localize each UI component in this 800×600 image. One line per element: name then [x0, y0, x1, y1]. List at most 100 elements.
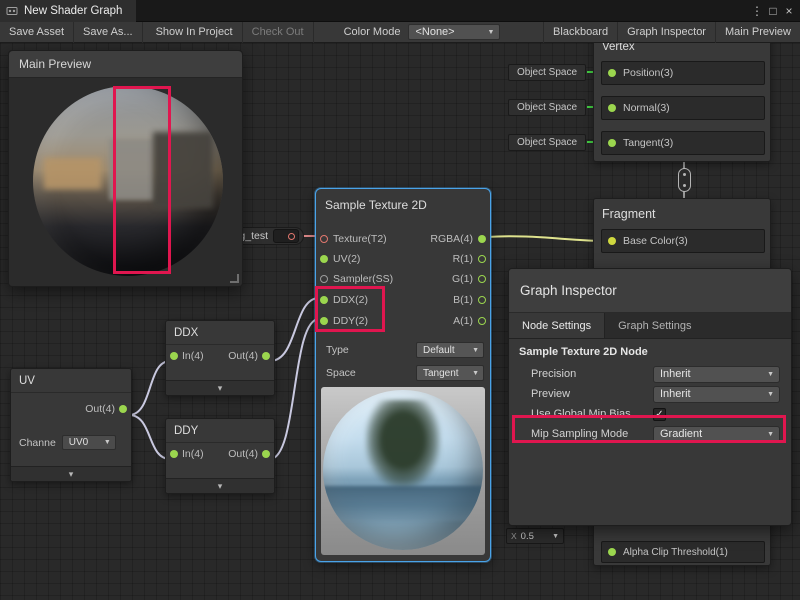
setting-value: Inherit: [660, 368, 691, 380]
collapse-button[interactable]: ▾: [11, 466, 131, 481]
space-label: Space: [326, 367, 356, 379]
port-label: R(1): [453, 253, 473, 265]
graph-inspector-header[interactable]: Graph Inspector: [509, 269, 791, 313]
blackboard-toggle-button[interactable]: Blackboard: [543, 22, 617, 43]
port-label: Base Color(3): [623, 235, 688, 247]
mip-sampling-mode-dropdown[interactable]: Gradient ▼: [653, 426, 780, 443]
output-port-b: B(1): [453, 292, 486, 308]
kebab-menu-icon[interactable]: ⋮: [749, 0, 765, 22]
texture-port-dot[interactable]: [288, 233, 295, 240]
ddx-node[interactable]: DDX In(4) Out(4) ▾: [165, 320, 275, 396]
button-label: Save Asset: [9, 26, 64, 38]
graph-inspector-toggle-button[interactable]: Graph Inspector: [617, 22, 715, 43]
color-mode-value: <None>: [415, 26, 454, 38]
port-dot[interactable]: [262, 450, 270, 458]
global-mip-bias-checkbox[interactable]: ✓: [653, 408, 666, 421]
block-connector-pill: [678, 168, 691, 192]
port-dot[interactable]: [608, 548, 616, 556]
uv-node[interactable]: UV Out(4) Channe UV0 ▼ ▾: [10, 368, 132, 482]
resize-grip[interactable]: [230, 274, 239, 283]
vertex-node[interactable]: Vertex Position(3) Normal(3) Tangent(3): [593, 28, 771, 162]
port-dot[interactable]: [320, 275, 328, 283]
check-out-button: Check Out: [243, 22, 314, 43]
port-dot[interactable]: [262, 352, 270, 360]
ddy-node[interactable]: DDY In(4) Out(4) ▾: [165, 418, 275, 494]
toolbar-right-group: Blackboard Graph Inspector Main Preview: [543, 22, 800, 43]
window-controls: ⋮ □ ×: [749, 0, 797, 22]
maximize-icon[interactable]: □: [765, 0, 781, 22]
port-dot[interactable]: [119, 405, 127, 413]
main-preview-toggle-button[interactable]: Main Preview: [715, 22, 800, 43]
type-dropdown[interactable]: Default ▼: [416, 342, 484, 358]
port-label: Sampler(SS): [333, 273, 393, 285]
collapse-button[interactable]: ▾: [166, 380, 274, 395]
tab-node-settings[interactable]: Node Settings: [509, 313, 605, 338]
uv-node-title[interactable]: UV: [11, 369, 131, 393]
close-icon[interactable]: ×: [781, 0, 797, 22]
document-tab[interactable]: New Shader Graph: [0, 0, 136, 22]
tab-label: Graph Settings: [618, 320, 691, 332]
port-dot[interactable]: [320, 296, 328, 304]
env-building-center: [109, 139, 155, 200]
object-space-dropdown[interactable]: Object Space: [508, 64, 586, 81]
checkmark-icon: ✓: [655, 409, 663, 420]
input-port-uv: UV(2): [320, 251, 360, 267]
port-dot[interactable]: [170, 450, 178, 458]
setting-label: Preview: [531, 388, 653, 400]
ddx-node-title[interactable]: DDX: [166, 321, 274, 345]
axis-label: X: [511, 531, 517, 541]
preview-dropdown[interactable]: Inherit ▼: [653, 386, 780, 403]
port-dot[interactable]: [170, 352, 178, 360]
setting-label: Precision: [531, 368, 653, 380]
save-asset-button[interactable]: Save Asset: [0, 22, 74, 43]
main-preview-sphere: [33, 86, 223, 276]
inspector-body: Sample Texture 2D Node Precision Inherit…: [509, 339, 791, 451]
port-label: G(1): [452, 273, 473, 285]
save-as-button[interactable]: Save As...: [74, 22, 143, 43]
port-dot[interactable]: [608, 237, 616, 245]
title-bar: New Shader Graph ⋮ □ ×: [0, 0, 800, 22]
space-dropdown[interactable]: Tangent ▼: [416, 365, 484, 381]
port-label: A(1): [453, 315, 473, 327]
main-preview-title: Main Preview: [19, 57, 91, 71]
object-space-dropdown[interactable]: Object Space: [508, 134, 586, 151]
channel-dropdown[interactable]: UV0 ▼: [62, 435, 116, 450]
port-dot[interactable]: [478, 296, 486, 304]
port-dot[interactable]: [478, 255, 486, 263]
alpha-value-field[interactable]: X 0.5 ▼: [506, 528, 564, 544]
port-dot[interactable]: [478, 317, 486, 325]
sample-texture-2d-node[interactable]: Sample Texture 2D Texture(T2) UV(2) Samp…: [315, 188, 491, 562]
ddx-in-port: In(4): [170, 350, 204, 362]
tab-graph-settings[interactable]: Graph Settings: [605, 313, 704, 338]
show-in-project-button[interactable]: Show In Project: [147, 22, 243, 43]
port-label: UV(2): [333, 253, 360, 265]
chevron-down-icon: ▼: [767, 431, 774, 438]
precision-row: Precision Inherit ▼: [515, 364, 785, 384]
main-preview-header[interactable]: Main Preview: [9, 51, 242, 78]
button-label: Check Out: [252, 26, 304, 38]
output-port-a: A(1): [453, 313, 486, 329]
port-dot[interactable]: [320, 255, 328, 263]
port-label: DDY(2): [333, 315, 368, 327]
port-label: Normal(3): [623, 102, 670, 114]
port-dot[interactable]: [608, 69, 616, 77]
port-dot[interactable]: [320, 317, 328, 325]
precision-dropdown[interactable]: Inherit ▼: [653, 366, 780, 383]
output-port-rgba: RGBA(4): [430, 231, 486, 247]
color-mode-dropdown[interactable]: <None> ▼: [408, 24, 500, 40]
port-dot[interactable]: [608, 104, 616, 112]
main-preview-body: [9, 78, 242, 286]
port-dot[interactable]: [478, 235, 486, 243]
port-dot[interactable]: [608, 139, 616, 147]
port-label: DDX(2): [333, 294, 368, 306]
graph-inspector-panel: Graph Inspector Node Settings Graph Sett…: [508, 268, 792, 526]
property-name-label: g_test: [239, 230, 268, 242]
object-space-label: Object Space: [517, 67, 577, 78]
object-space-dropdown[interactable]: Object Space: [508, 99, 586, 116]
port-dot[interactable]: [320, 235, 328, 243]
uv-out-port: Out(4): [85, 403, 127, 415]
ddy-node-title[interactable]: DDY: [166, 419, 274, 443]
port-dot[interactable]: [478, 275, 486, 283]
port-label: Tangent(3): [623, 137, 673, 149]
collapse-button[interactable]: ▾: [166, 478, 274, 493]
